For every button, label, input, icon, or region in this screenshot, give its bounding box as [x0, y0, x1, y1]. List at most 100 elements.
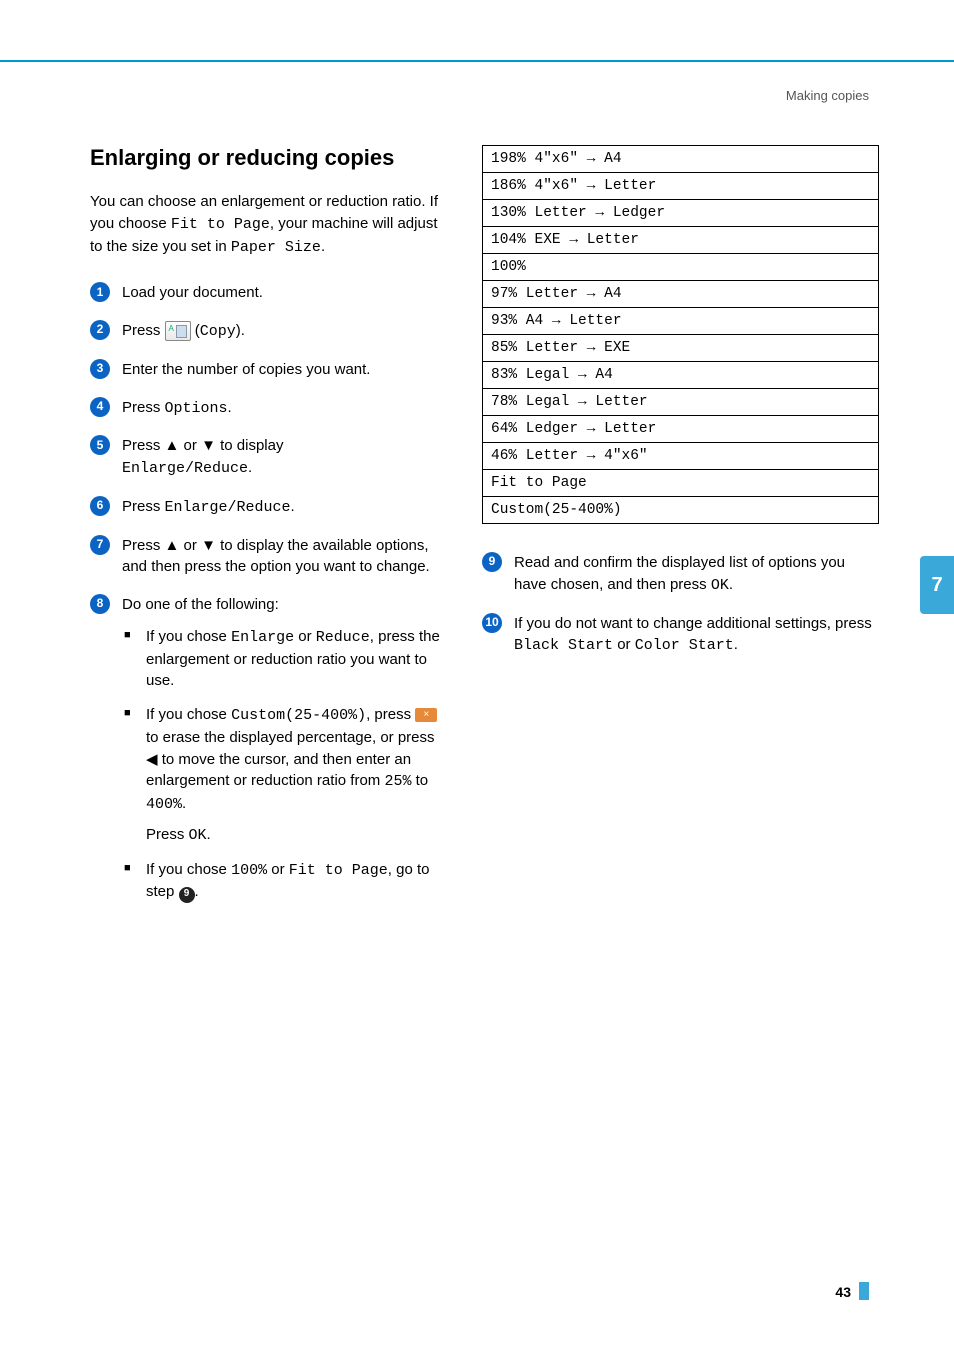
step-9-body: Read and confirm the displayed list of o… [514, 552, 879, 597]
left-column: Enlarging or reducing copies You can cho… [90, 145, 450, 931]
page: Making copies Enlarging or reducing copi… [0, 0, 954, 1350]
ratio-cell: 78% Legal → Letter [483, 389, 879, 416]
step-badge-4: 4 [90, 397, 110, 417]
table-row: Fit to Page [483, 470, 879, 497]
footer: 43 [835, 1282, 869, 1300]
b1-or: or [294, 628, 316, 645]
ratio-cell: 97% Letter → A4 [483, 281, 879, 308]
b2-to: to [411, 772, 428, 789]
step-10-dot: . [734, 636, 738, 653]
step-badge-1: 1 [90, 282, 110, 302]
step-badge-3: 3 [90, 359, 110, 379]
step-5-or: or [179, 437, 201, 454]
step-3: 3 Enter the number of copies you want. [90, 359, 450, 381]
left-arrow-icon: ◀ [146, 751, 158, 768]
ratio-cell: Fit to Page [483, 470, 879, 497]
step-badge-6: 6 [90, 496, 110, 516]
ratio-cell: 130% Letter → Ledger [483, 200, 879, 227]
table-row: 85% Letter → EXE [483, 335, 879, 362]
b2-c: , press [366, 706, 415, 723]
ratio-cell: Custom(25-400%) [483, 497, 879, 524]
step-2: 2 Press (Copy). [90, 320, 450, 343]
step-2-press: Press [122, 322, 165, 339]
step-4-dot: . [228, 399, 232, 416]
table-row: Custom(25-400%) [483, 497, 879, 524]
step-8-body: Do one of the following: If you chose En… [122, 594, 450, 915]
step-9-dot: . [729, 576, 733, 593]
ratio-cell: 46% Letter → 4"x6" [483, 443, 879, 470]
section-header: Making copies [786, 88, 869, 103]
table-row: 198% 4"x6" → A4 [483, 146, 879, 173]
step-badge-2: 2 [90, 320, 110, 340]
intro-text3: . [321, 238, 325, 255]
b2-400: 400% [146, 796, 182, 813]
b2-custom: Custom(25-400%) [231, 707, 366, 724]
intro-paragraph: You can choose an enlargement or reducti… [90, 191, 450, 258]
step-badge-5: 5 [90, 435, 110, 455]
intro-fit: Fit to Page [171, 216, 270, 233]
up-arrow-icon: ▲ [165, 437, 180, 454]
page-title: Enlarging or reducing copies [90, 145, 450, 171]
step-3-text: Enter the number of copies you want. [122, 359, 450, 381]
step-badge-9: 9 [482, 552, 502, 572]
b2-a: If you chose [146, 706, 231, 723]
b2-e: to move the cursor, and then enter an en… [146, 751, 411, 790]
step-10: 10 If you do not want to change addition… [482, 613, 879, 658]
chapter-tab: 7 [920, 556, 954, 614]
table-row: 46% Letter → 4"x6" [483, 443, 879, 470]
b3-dot: . [195, 883, 199, 900]
step-6-er: Enlarge/Reduce [165, 499, 291, 516]
step-5-dot: . [248, 459, 252, 476]
table-row: 100% [483, 254, 879, 281]
step-badge-7: 7 [90, 535, 110, 555]
page-number: 43 [835, 1284, 851, 1300]
step-4-options: Options [165, 400, 228, 417]
ratio-cell: 93% A4 → Letter [483, 308, 879, 335]
top-rule [0, 60, 954, 62]
step-4-body: Press Options. [122, 397, 450, 420]
step-2-copy: Copy [200, 323, 236, 340]
bullet-1: If you chose Enlarge or Reduce, press th… [146, 626, 450, 692]
ratio-table: 198% 4"x6" → A4 186% 4"x6" → Letter 130%… [482, 145, 879, 524]
table-row: 97% Letter → A4 [483, 281, 879, 308]
ratio-cell: 83% Legal → A4 [483, 362, 879, 389]
b2-press: Press [146, 826, 189, 843]
step-1-text: Load your document. [122, 282, 450, 304]
step-7-body: Press ▲ or ▼ to display the available op… [122, 535, 450, 579]
b3-or: or [267, 861, 289, 878]
step-10-color: Color Start [635, 637, 734, 654]
ratio-cell: 85% Letter → EXE [483, 335, 879, 362]
b2-25: 25% [384, 773, 411, 790]
step-6: 6 Press Enlarge/Reduce. [90, 496, 450, 519]
table-row: 130% Letter → Ledger [483, 200, 879, 227]
table-row: 78% Legal → Letter [483, 389, 879, 416]
down-arrow-icon: ▼ [201, 437, 216, 454]
step-10-black: Black Start [514, 637, 613, 654]
step-9-text: Read and confirm the displayed list of o… [514, 554, 845, 593]
down-arrow-icon-2: ▼ [201, 537, 216, 554]
step-6-dot: . [291, 498, 295, 515]
b1-a: If you chose [146, 628, 231, 645]
ratio-cell: 198% 4"x6" → A4 [483, 146, 879, 173]
step-5: 5 Press ▲ or ▼ to display Enlarge/Reduce… [90, 435, 450, 480]
ratio-tbody: 198% 4"x6" → A4 186% 4"x6" → Letter 130%… [483, 146, 879, 524]
step-6-body: Press Enlarge/Reduce. [122, 496, 450, 519]
step-7-press: Press [122, 537, 165, 554]
step-6-press: Press [122, 498, 165, 515]
bullet-2: If you chose Custom(25-400%), press to e… [146, 704, 450, 847]
step-5-body: Press ▲ or ▼ to display Enlarge/Reduce. [122, 435, 450, 480]
b1-enlarge: Enlarge [231, 629, 294, 646]
step-2-body: Press (Copy). [122, 320, 450, 343]
b1-reduce: Reduce [316, 629, 370, 646]
step-10-or: or [613, 636, 635, 653]
step-5-press: Press [122, 437, 165, 454]
step-badge-10: 10 [482, 613, 502, 633]
bullet-3: If you chose 100% or Fit to Page, go to … [146, 859, 450, 904]
table-row: 104% EXE → Letter [483, 227, 879, 254]
copy-icon [165, 321, 191, 341]
up-arrow-icon-2: ▲ [165, 537, 180, 554]
step-4-press: Press [122, 399, 165, 416]
erase-icon [415, 708, 437, 722]
intro-papersize: Paper Size [231, 239, 321, 256]
step-10-body: If you do not want to change additional … [514, 613, 879, 658]
